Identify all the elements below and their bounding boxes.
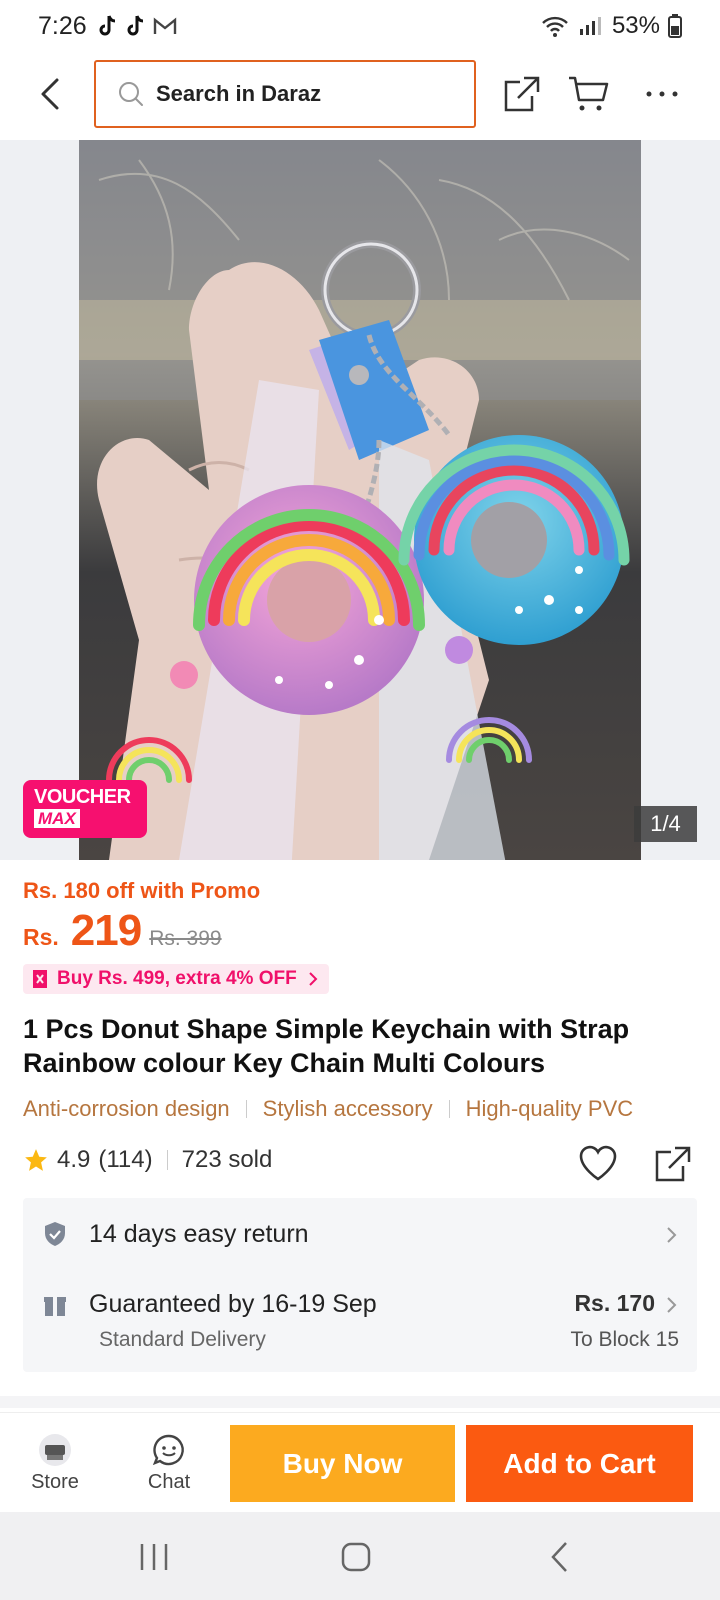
section-divider	[0, 1396, 720, 1408]
status-bar: 7:26 53%	[0, 0, 720, 52]
tiktok-icon	[127, 15, 143, 36]
voucher-max-label: MAX	[34, 809, 80, 828]
search-icon	[119, 82, 143, 106]
share-icon	[504, 76, 540, 112]
feature-divider	[245, 1100, 247, 1118]
heart-icon	[579, 1145, 617, 1181]
delivery-destination: To Block 15	[570, 1328, 679, 1351]
recents-icon	[140, 1544, 168, 1570]
product-title: 1 Pcs Donut Shape Simple Keychain with S…	[23, 1014, 630, 1078]
product-photo[interactable]	[79, 140, 641, 860]
back-arrow-icon	[41, 78, 59, 110]
search-bar[interactable]	[94, 60, 476, 128]
back-icon	[551, 1542, 567, 1572]
wifi-icon	[542, 16, 568, 37]
star-icon	[25, 1149, 47, 1171]
share-button[interactable]	[496, 68, 548, 120]
battery-percent: 53%	[611, 12, 660, 39]
signal-icon	[579, 17, 601, 35]
chevron-right-icon	[667, 1227, 677, 1243]
wishlist-button[interactable]	[578, 1144, 624, 1186]
more-button[interactable]	[636, 68, 688, 120]
store-label: Store	[31, 1470, 79, 1493]
current-price: 219	[70, 906, 142, 955]
status-notification-icons	[97, 14, 177, 38]
add-to-cart-button[interactable]: Add to Cart	[466, 1425, 693, 1502]
sold-count: 723 sold	[181, 1146, 273, 1173]
share-icon	[655, 1146, 691, 1182]
chat-button[interactable]: Chat	[124, 1413, 214, 1513]
home-button[interactable]	[326, 1532, 386, 1582]
top-header	[0, 56, 720, 132]
voucher-label: VOUCHER	[34, 786, 131, 808]
chat-label: Chat	[147, 1470, 191, 1493]
shield-icon	[45, 1222, 65, 1246]
rating-value: 4.9	[57, 1146, 91, 1173]
return-policy-text: 14 days easy return	[89, 1220, 309, 1248]
feature-highlights: Anti-corrosion design Stylish accessory …	[23, 1096, 720, 1122]
feature-item: Anti-corrosion design	[23, 1096, 230, 1121]
recents-button[interactable]	[124, 1532, 184, 1582]
package-icon	[44, 1297, 66, 1316]
product-gallery[interactable]: VOUCHER MAX 1/4	[0, 140, 720, 860]
rating-count: (114)	[98, 1146, 153, 1173]
tiktok-icon	[99, 15, 115, 36]
buy-now-button[interactable]: Buy Now	[230, 1425, 455, 1502]
back-nav-button[interactable]	[530, 1532, 590, 1582]
system-navigation-bar	[0, 1512, 720, 1600]
home-icon	[341, 1542, 371, 1572]
image-counter: 1/4	[634, 806, 697, 842]
delivery-fee: Rs. 170	[574, 1290, 655, 1316]
original-price: Rs. 399	[149, 927, 222, 950]
rating-row[interactable]: 4.9 (114) 723 sold	[23, 1146, 272, 1174]
share-product-button[interactable]	[653, 1144, 695, 1186]
gmail-icon	[153, 17, 176, 34]
product-image	[79, 140, 641, 860]
store-icon	[39, 1433, 71, 1466]
battery-icon	[668, 14, 682, 38]
chevron-right-icon	[309, 972, 318, 986]
delivery-row[interactable]: Guaranteed by 16-19 Sep Standard Deliver…	[23, 1272, 697, 1372]
status-right: 53%	[540, 12, 682, 40]
bundle-promo-tag[interactable]: Buy Rs. 499, extra 4% OFF	[23, 964, 329, 994]
rating-divider	[166, 1150, 168, 1170]
delivery-guarantee: Guaranteed by 16-19 Sep	[89, 1290, 377, 1318]
feature-divider	[448, 1100, 450, 1118]
bundle-promo-text: Buy Rs. 499, extra 4% OFF	[57, 968, 297, 989]
cart-icon	[569, 76, 609, 111]
return-policy-row[interactable]: 14 days easy return	[23, 1198, 697, 1272]
voucher-max-badge[interactable]: VOUCHER MAX	[23, 780, 147, 838]
feature-item: Stylish accessory	[262, 1096, 433, 1121]
price-currency: Rs.	[23, 924, 59, 950]
chat-icon	[152, 1434, 184, 1465]
store-button[interactable]: Store	[10, 1413, 100, 1513]
bottom-action-bar: Store Chat Buy Now Add to Cart	[0, 1412, 720, 1512]
more-icon	[646, 91, 678, 97]
status-time: 7:26	[38, 11, 87, 40]
feature-item: High-quality PVC	[465, 1096, 634, 1121]
service-card: 14 days easy return Guaranteed by 16-19 …	[23, 1198, 697, 1372]
delivery-type: Standard Delivery	[99, 1328, 266, 1351]
voucher-icon	[33, 970, 47, 988]
price-row: Rs. 219 Rs. 399	[23, 906, 222, 956]
chevron-right-icon	[667, 1297, 677, 1313]
search-input[interactable]	[156, 81, 446, 107]
back-button[interactable]	[30, 70, 70, 118]
promo-discount-text: Rs. 180 off with Promo	[23, 878, 261, 903]
cart-button[interactable]	[562, 68, 614, 120]
